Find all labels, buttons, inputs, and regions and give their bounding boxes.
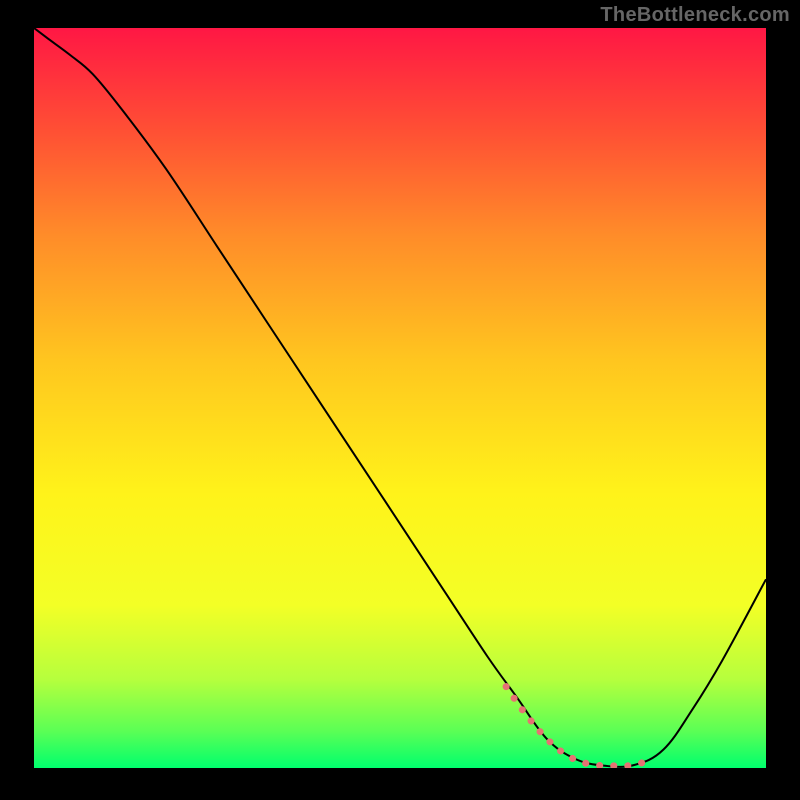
- plot-area: [34, 28, 766, 768]
- chart-svg: [34, 28, 766, 768]
- chart-frame: TheBottleneck.com: [0, 0, 800, 800]
- watermark-label: TheBottleneck.com: [600, 4, 790, 27]
